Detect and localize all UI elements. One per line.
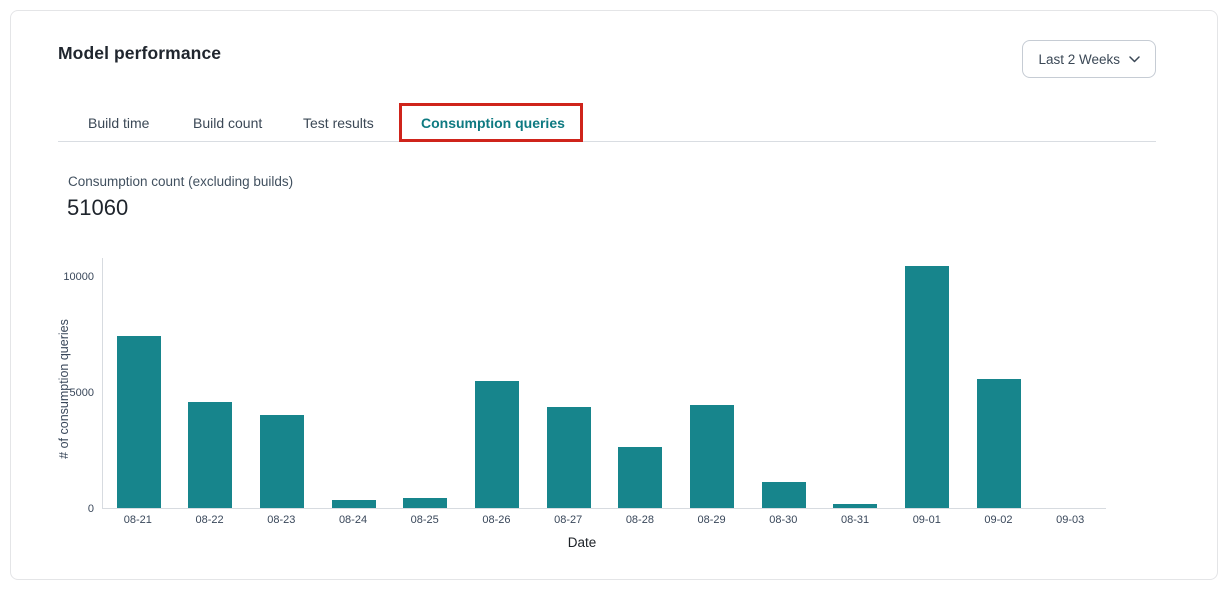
x-axis-labels: 08-2108-2208-2308-2408-2508-2608-2708-28… xyxy=(102,514,1106,526)
x-tick-label-08-22: 08-22 xyxy=(174,514,246,526)
bar-09-01[interactable] xyxy=(905,266,949,508)
bar-08-23[interactable] xyxy=(260,415,304,508)
metric-label: Consumption count (excluding builds) xyxy=(68,174,293,189)
tab-build-time[interactable]: Build time xyxy=(88,115,149,131)
x-tick-label-08-26: 08-26 xyxy=(461,514,533,526)
y-tick-label-0: 0 xyxy=(88,503,94,515)
x-tick-label-09-01: 09-01 xyxy=(891,514,963,526)
bar-08-31[interactable] xyxy=(833,504,877,508)
bar-slot-09-03 xyxy=(1034,258,1106,508)
tabs-divider xyxy=(58,141,1156,142)
x-tick-label-08-25: 08-25 xyxy=(389,514,461,526)
x-tick-label-08-31: 08-31 xyxy=(819,514,891,526)
x-tick-label-09-02: 09-02 xyxy=(963,514,1035,526)
bar-08-25[interactable] xyxy=(403,498,447,508)
bar-slot-08-30 xyxy=(748,258,820,508)
date-range-selector[interactable]: Last 2 Weeks xyxy=(1022,40,1156,78)
x-tick-label-08-27: 08-27 xyxy=(532,514,604,526)
x-axis-title: Date xyxy=(568,535,597,550)
bar-09-02[interactable] xyxy=(977,379,1021,508)
page-title: Model performance xyxy=(58,43,221,64)
bar-slot-08-23 xyxy=(246,258,318,508)
bar-08-26[interactable] xyxy=(475,381,519,508)
tab-build-count[interactable]: Build count xyxy=(193,115,262,131)
bar-slot-08-25 xyxy=(390,258,462,508)
bar-slot-08-26 xyxy=(461,258,533,508)
chevron-down-icon xyxy=(1129,56,1140,63)
tab-test-results[interactable]: Test results xyxy=(303,115,374,131)
bar-slot-08-27 xyxy=(533,258,605,508)
metric-value: 51060 xyxy=(67,195,128,221)
bar-08-30[interactable] xyxy=(762,482,806,508)
bar-slot-08-22 xyxy=(175,258,247,508)
x-tick-label-08-24: 08-24 xyxy=(317,514,389,526)
bar-slot-08-28 xyxy=(604,258,676,508)
y-tick-label-5000: 5000 xyxy=(70,387,94,399)
bar-slot-09-01 xyxy=(891,258,963,508)
tab-consumption-queries[interactable]: Consumption queries xyxy=(421,115,565,131)
bar-08-24[interactable] xyxy=(332,500,376,508)
bar-slot-08-21 xyxy=(103,258,175,508)
model-performance-card: Model performance Last 2 Weeks Build tim… xyxy=(10,10,1218,580)
x-tick-label-08-21: 08-21 xyxy=(102,514,174,526)
bar-08-21[interactable] xyxy=(117,336,161,508)
bar-slot-08-31 xyxy=(819,258,891,508)
y-tick-label-10000: 10000 xyxy=(63,271,94,283)
x-tick-label-08-29: 08-29 xyxy=(676,514,748,526)
date-range-value: Last 2 Weeks xyxy=(1038,52,1120,67)
bar-slot-08-24 xyxy=(318,258,390,508)
bar-08-22[interactable] xyxy=(188,402,232,508)
bar-08-29[interactable] xyxy=(690,405,734,508)
x-tick-label-08-30: 08-30 xyxy=(747,514,819,526)
x-tick-label-08-28: 08-28 xyxy=(604,514,676,526)
x-tick-label-09-03: 09-03 xyxy=(1034,514,1106,526)
bar-slot-09-02 xyxy=(963,258,1035,508)
bar-08-28[interactable] xyxy=(618,447,662,508)
x-tick-label-08-23: 08-23 xyxy=(245,514,317,526)
plot-area xyxy=(102,258,1106,509)
bar-08-27[interactable] xyxy=(547,407,591,508)
bar-slot-08-29 xyxy=(676,258,748,508)
